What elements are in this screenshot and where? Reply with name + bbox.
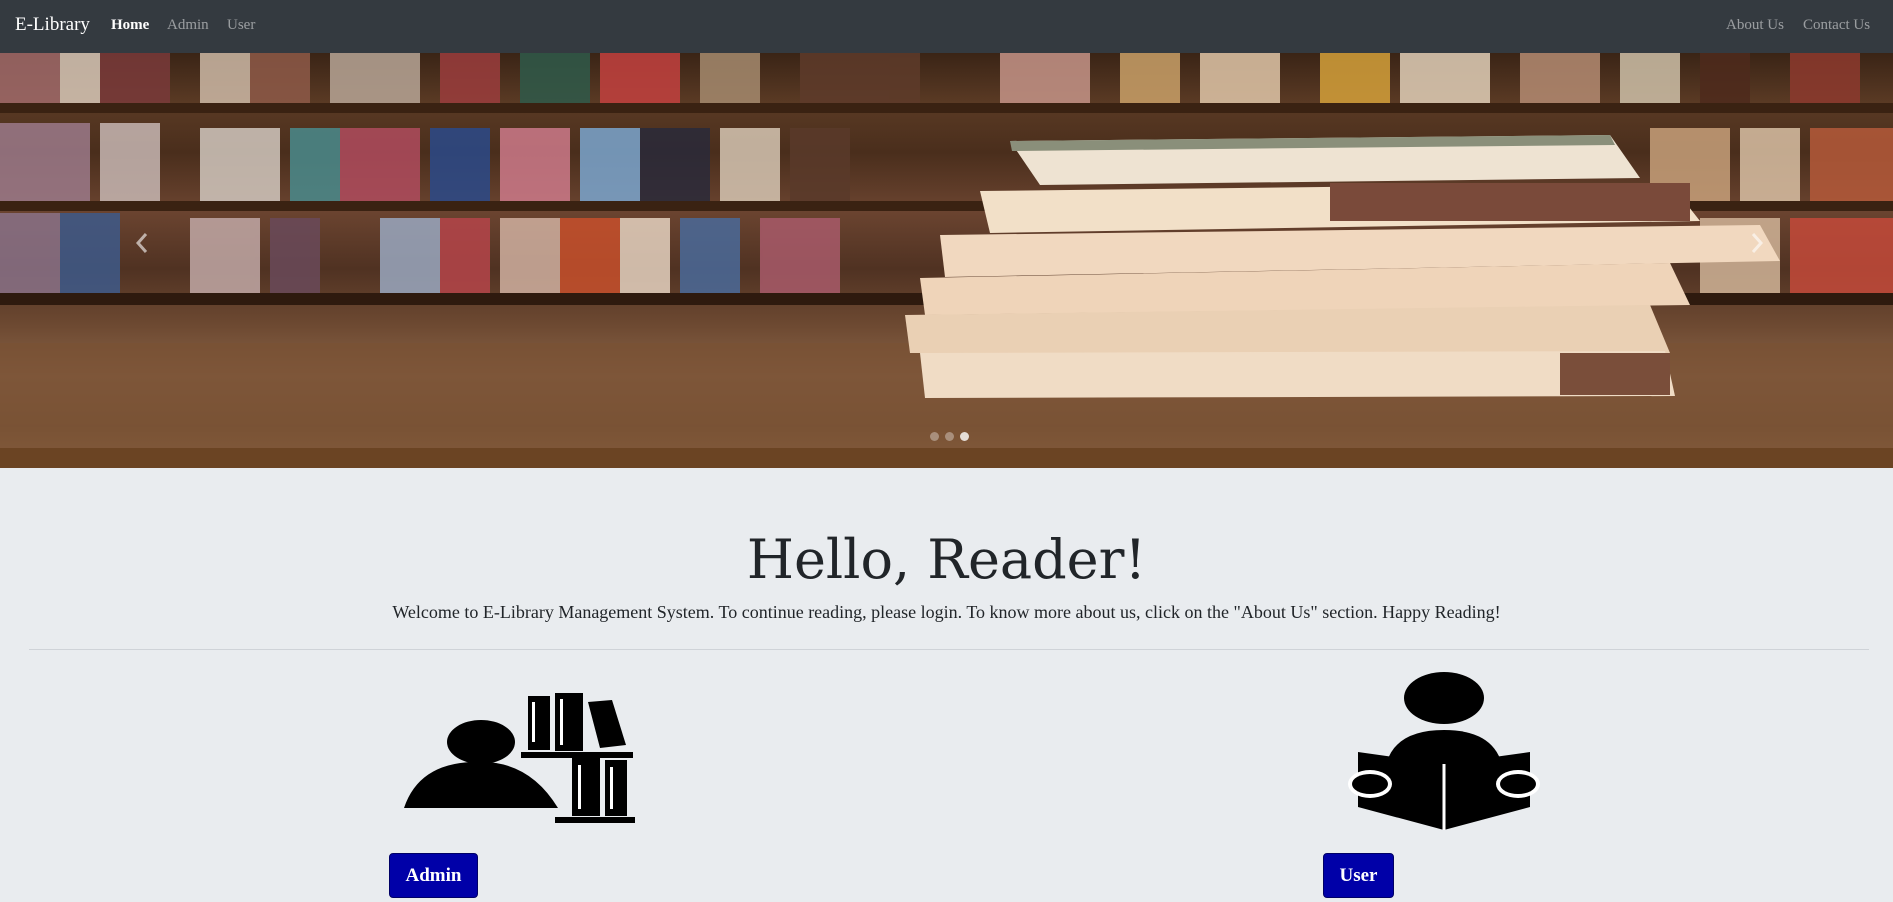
chevron-left-icon [135,233,148,253]
reader-icon [1348,672,1540,830]
navbar: E-Library Home Admin User About Us Conta… [0,0,1893,53]
admin-card [400,690,640,829]
nav-about-us[interactable]: About Us [1726,17,1784,34]
hero-carousel [0,53,1893,468]
nav-contact-us[interactable]: Contact Us [1803,17,1870,34]
chevron-right-icon [1751,233,1764,253]
carousel-prev-button[interactable] [122,223,162,263]
divider [29,649,1869,650]
user-button[interactable]: User [1323,853,1394,898]
brand-logo[interactable]: E-Library [15,14,90,36]
nav-admin[interactable]: Admin [167,17,209,34]
carousel-indicator-2[interactable] [945,432,954,441]
nav-home[interactable]: Home [111,17,149,34]
welcome-text: Welcome to E-Library Management System. … [392,602,1501,622]
carousel-slide-image [0,53,1893,468]
user-card [1348,672,1548,836]
carousel-indicator-3[interactable] [960,432,969,441]
page-title: Hello, Reader! [746,528,1147,591]
carousel-next-button[interactable] [1737,223,1777,263]
librarian-icon [404,693,635,823]
admin-button[interactable]: Admin [389,853,478,898]
nav-user[interactable]: User [227,17,255,34]
carousel-indicator-1[interactable] [930,432,939,441]
